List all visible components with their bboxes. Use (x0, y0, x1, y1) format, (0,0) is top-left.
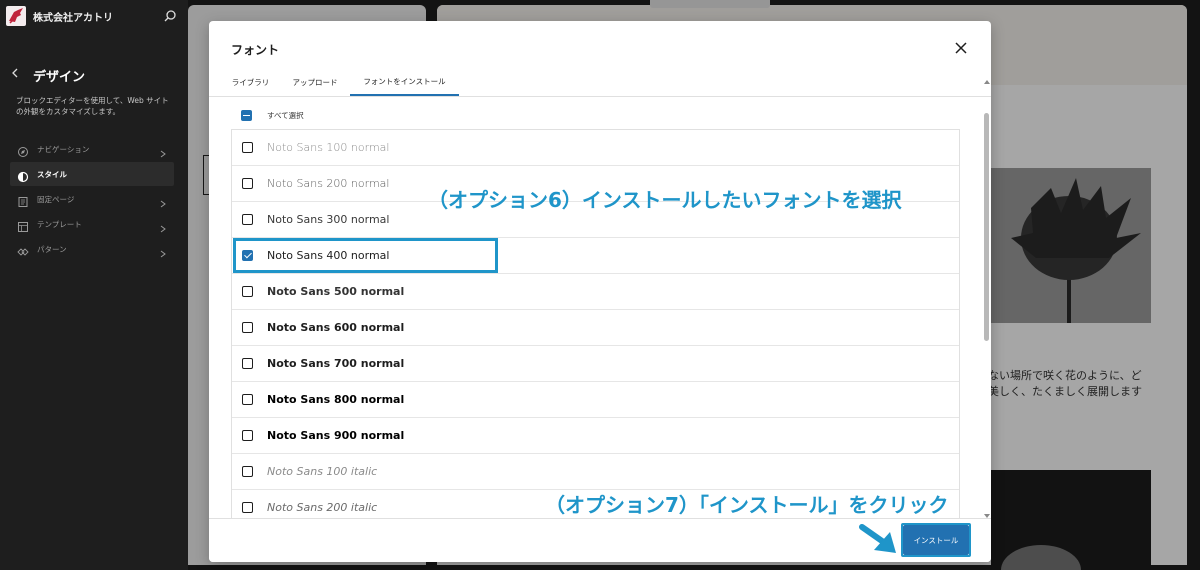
sidebar-item-label: テンプレート (37, 219, 82, 229)
sidebar-item-label: スタイル (37, 169, 67, 179)
tab-library[interactable]: ライブラリ (223, 68, 278, 96)
sidebar-item-label: 固定ページ (37, 194, 75, 204)
fonts-modal: フォント ライブラリ アップロード フォントをインストール すべて選択 Noto… (209, 21, 991, 562)
font-name: Noto Sans 900 normal (267, 429, 405, 442)
font-name: Noto Sans 200 normal (267, 177, 390, 190)
font-row[interactable]: Noto Sans 800 normal (232, 382, 959, 418)
font-row[interactable]: Noto Sans 100 italic (232, 454, 959, 490)
font-row[interactable]: Noto Sans 100 normal (232, 130, 959, 166)
page-title: デザイン (33, 70, 86, 85)
scroll-down-icon[interactable] (983, 505, 991, 518)
close-button[interactable] (951, 38, 971, 58)
select-all-label: すべて選択 (267, 110, 304, 120)
font-name: Noto Sans 300 normal (267, 213, 390, 226)
font-checkbox[interactable] (242, 142, 253, 153)
scroll-up-icon[interactable] (983, 71, 991, 84)
font-row[interactable]: Noto Sans 900 normal (232, 418, 959, 454)
font-checkbox[interactable] (242, 394, 253, 405)
callout-option-7: （オプション7）「インストール」をクリック (545, 493, 949, 517)
sidebar-item-templates[interactable]: テンプレート (10, 212, 174, 236)
arrow-down-right-icon (858, 522, 900, 558)
navigation-icon (17, 143, 29, 157)
scrollbar[interactable] (983, 71, 991, 518)
sidebar-item-label: ナビゲーション (37, 144, 90, 154)
install-button[interactable]: インストール (903, 525, 969, 555)
styles-icon (17, 168, 29, 183)
font-checkbox[interactable] (242, 466, 253, 477)
sidebar-item-styles[interactable]: スタイル (10, 162, 174, 186)
font-name: Noto Sans 100 normal (267, 141, 390, 154)
template-icon (17, 218, 29, 232)
tab-upload[interactable]: アップロード (284, 68, 346, 96)
close-icon (955, 42, 967, 54)
font-name: Noto Sans 100 italic (267, 465, 378, 478)
font-checkbox[interactable] (242, 286, 253, 297)
design-description: ブロックエディターを使用して、Web サイトの外観をカスタマイズします。 (16, 96, 169, 116)
page-icon (17, 193, 29, 207)
site-name[interactable]: 株式会社アカトリ (33, 9, 113, 24)
font-checkbox[interactable] (242, 178, 253, 189)
sidebar-item-label: パターン (37, 244, 67, 254)
select-all-row[interactable]: すべて選択 (231, 105, 531, 125)
font-name: Noto Sans 600 normal (267, 321, 405, 334)
modal-title: フォント (231, 43, 280, 57)
chevron-right-icon (158, 244, 168, 258)
chevron-right-icon (158, 194, 168, 208)
tab-divider (209, 96, 991, 97)
chevron-right-icon (158, 219, 168, 233)
font-checkbox[interactable] (242, 214, 253, 225)
font-name: Noto Sans 200 italic (267, 501, 378, 514)
font-name: Noto Sans 800 normal (267, 393, 405, 406)
sidebar-item-pages[interactable]: 固定ページ (10, 187, 174, 211)
select-all-checkbox[interactable] (241, 109, 252, 121)
font-name: Noto Sans 700 normal (267, 357, 405, 370)
callout-option-6: （オプション6）インストールしたいフォントを選択 (428, 188, 902, 212)
font-checkbox[interactable] (242, 502, 253, 513)
font-checkbox[interactable] (242, 430, 253, 441)
font-row[interactable]: Noto Sans 600 normal (232, 310, 959, 346)
pattern-icon (17, 243, 29, 256)
scrollbar-thumb[interactable] (984, 113, 989, 341)
site-header: 株式会社アカトリ (0, 0, 188, 32)
tab-install-fonts[interactable]: フォントをインストール (350, 68, 459, 96)
font-checkbox[interactable] (242, 322, 253, 333)
back-button[interactable] (10, 66, 24, 82)
font-name: Noto Sans 500 normal (267, 285, 405, 298)
sidebar: 株式会社アカトリ デザイン ブロックエディターを使用して、Web サイトの外観を… (0, 0, 188, 570)
sidebar-item-navigation[interactable]: ナビゲーション (10, 137, 174, 161)
selection-highlight-box (233, 238, 498, 273)
font-row[interactable]: Noto Sans 500 normal (232, 274, 959, 310)
search-icon[interactable] (163, 8, 177, 22)
font-checkbox[interactable] (242, 358, 253, 369)
sidebar-item-patterns[interactable]: パターン (10, 237, 174, 261)
font-row[interactable]: Noto Sans 700 normal (232, 346, 959, 382)
chevron-right-icon (158, 144, 168, 158)
site-logo[interactable] (6, 6, 26, 26)
